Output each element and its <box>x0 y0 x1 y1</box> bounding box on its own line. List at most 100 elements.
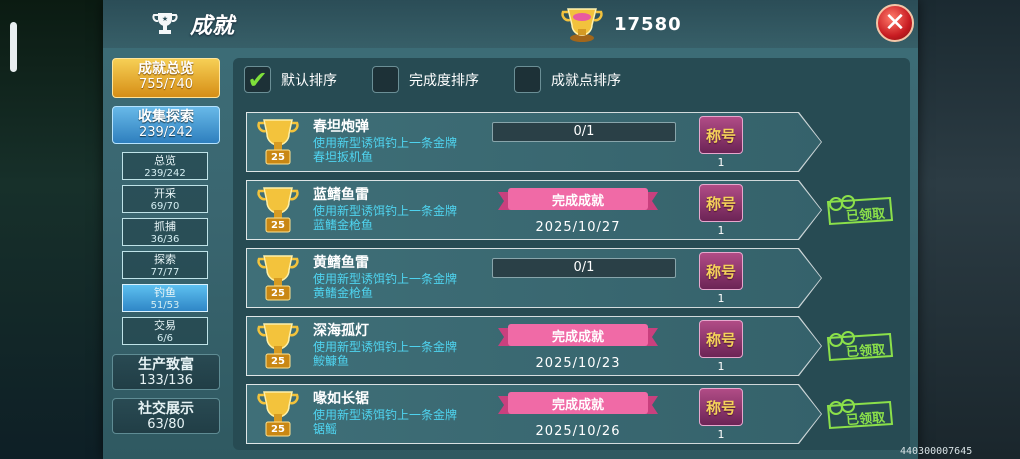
sub-nav-value: 77/77 <box>150 267 180 278</box>
claimed-stamp: 已领取 <box>822 190 894 230</box>
title-reward-label: 称号 <box>705 194 736 213</box>
page-title: 成就 <box>190 14 235 39</box>
sort-completion-label: 完成度排序 <box>409 72 479 89</box>
nav-label: 生产致富 <box>138 357 194 373</box>
sort-options: ✔ 默认排序 完成度排序 成就点排序 <box>244 65 656 94</box>
achievement-desc: 使用新型诱饵钓上一条金牌 蓝鳍金枪鱼 <box>313 204 457 232</box>
gold-trophy-icon: 25 <box>256 252 300 304</box>
complete-status: 完成成就 <box>551 194 604 209</box>
nav-label: 收集探索 <box>138 109 194 125</box>
side-handle[interactable] <box>10 22 17 72</box>
achievement-name: 深海孤灯 <box>313 323 369 339</box>
close-button[interactable]: ✕ <box>876 4 914 42</box>
reward-count: 1 <box>717 360 725 373</box>
sub-nav-trade[interactable]: 交易 6/6 <box>122 317 208 345</box>
player-id: 440300007645 <box>900 446 973 457</box>
title-reward-badge[interactable]: 称号 <box>699 116 743 154</box>
sub-nav-label: 开采 <box>154 187 176 200</box>
nav-production-button[interactable]: 生产致富 133/136 <box>112 354 220 390</box>
desc-line-2: 鮟鱇鱼 <box>313 354 350 368</box>
sub-nav-mining[interactable]: 开采 69/70 <box>122 185 208 213</box>
progress-bar: 0/1 <box>492 122 676 142</box>
points-value: 25 <box>271 220 285 231</box>
nav-label: 社交展示 <box>138 401 194 417</box>
nav-social-button[interactable]: 社交展示 63/80 <box>112 398 220 434</box>
check-icon: ✔ <box>247 65 268 94</box>
sub-nav-label: 交易 <box>154 319 176 332</box>
sub-nav-label: 探索 <box>154 253 176 266</box>
gold-cup-icon <box>561 8 603 42</box>
points-value: 25 <box>271 356 285 367</box>
gold-trophy-icon: 25 <box>256 116 300 168</box>
sub-nav-value: 6/6 <box>156 333 174 344</box>
achievement-row[interactable]: 25 蓝鳍鱼雷 使用新型诱饵钓上一条金牌 蓝鳍金枪鱼 完成成就 2025/10/2… <box>246 180 822 240</box>
progress-bar: 0/1 <box>492 258 676 278</box>
sub-nav-value: 51/53 <box>150 300 180 311</box>
sort-default-label: 默认排序 <box>281 72 337 89</box>
progress-text: 0/1 <box>573 260 595 275</box>
trophy-icon: ★ <box>152 13 178 34</box>
points-value: 25 <box>271 424 285 435</box>
nav-value: 239/242 <box>138 125 193 140</box>
sort-default-checkbox[interactable]: ✔ <box>244 65 271 94</box>
sub-nav-overview[interactable]: 总览 239/242 <box>122 152 208 180</box>
claimed-label: 已领取 <box>845 342 886 361</box>
reward-count: 1 <box>717 224 725 237</box>
title-reward-label: 称号 <box>705 330 736 349</box>
desc-line-1: 使用新型诱饵钓上一条金牌 <box>313 408 458 422</box>
sub-nav-capture[interactable]: 抓捕 36/36 <box>122 218 208 246</box>
achievement-row[interactable]: 25 春坦炮弹 使用新型诱饵钓上一条金牌 春坦扳机鱼 0/1 称号 1 <box>246 112 822 172</box>
complete-status: 完成成就 <box>551 330 604 345</box>
achievement-row[interactable]: 25 喙如长锯 使用新型诱饵钓上一条金牌 锯鳐 完成成就 2025/10/26 称… <box>246 384 822 444</box>
title-reward-badge[interactable]: 称号 <box>699 388 743 426</box>
desc-line-2: 蓝鳍金枪鱼 <box>313 218 374 232</box>
nav-label: 成就总览 <box>138 61 194 77</box>
sub-nav-value: 36/36 <box>150 234 180 245</box>
title-reward-badge[interactable]: 称号 <box>699 184 743 222</box>
svg-text:★: ★ <box>162 15 168 23</box>
claimed-stamp: 已领取 <box>822 394 894 434</box>
sort-points-label: 成就点排序 <box>551 72 621 89</box>
achievement-desc: 使用新型诱饵钓上一条金牌 黄鳍金枪鱼 <box>313 272 457 300</box>
desc-line-2: 锯鳐 <box>313 422 338 436</box>
nav-value: 63/80 <box>147 417 185 432</box>
title-reward-badge[interactable]: 称号 <box>699 252 743 290</box>
points-value: 25 <box>271 152 285 163</box>
desc-line-1: 使用新型诱饵钓上一条金牌 <box>313 136 458 150</box>
sub-nav-label: 抓捕 <box>154 220 176 233</box>
complete-date: 2025/10/26 <box>535 424 621 439</box>
claimed-stamp: 已领取 <box>822 326 894 366</box>
complete-status: 完成成就 <box>551 398 604 413</box>
achievement-desc: 使用新型诱饵钓上一条金牌 锯鳐 <box>313 408 457 436</box>
gold-trophy-icon: 25 <box>256 184 300 236</box>
complete-date: 2025/10/23 <box>535 356 621 371</box>
sub-nav-value: 69/70 <box>150 201 180 212</box>
points-value: 25 <box>271 288 285 299</box>
desc-line-2: 黄鳍金枪鱼 <box>313 286 374 300</box>
nav-overview-button[interactable]: 成就总览 755/740 <box>112 58 220 98</box>
sub-nav-label: 钓鱼 <box>154 286 176 299</box>
achievement-name: 黄鳍鱼雷 <box>313 255 369 271</box>
nav-collect-explore-button[interactable]: 收集探索 239/242 <box>112 106 220 144</box>
achievement-row[interactable]: 25 黄鳍鱼雷 使用新型诱饵钓上一条金牌 黄鳍金枪鱼 0/1 称号 1 <box>246 248 822 308</box>
sort-completion-checkbox[interactable] <box>372 66 399 93</box>
header-title-group: ★ 成就 <box>150 8 234 40</box>
achievement-name: 蓝鳍鱼雷 <box>313 187 369 203</box>
title-reward-label: 称号 <box>705 126 736 145</box>
close-icon: ✕ <box>884 8 906 38</box>
desc-line-1: 使用新型诱饵钓上一条金牌 <box>313 340 458 354</box>
gold-trophy-icon: 25 <box>256 320 300 372</box>
title-reward-badge[interactable]: 称号 <box>699 320 743 358</box>
score-value: 17580 <box>614 13 682 35</box>
title-reward-label: 称号 <box>705 398 736 417</box>
sort-points-checkbox[interactable] <box>514 66 541 93</box>
sub-nav-fishing[interactable]: 钓鱼 51/53 <box>122 284 208 312</box>
achievement-name: 春坦炮弹 <box>313 119 369 135</box>
desc-line-1: 使用新型诱饵钓上一条金牌 <box>313 204 458 218</box>
sub-nav-explore[interactable]: 探索 77/77 <box>122 251 208 279</box>
achievement-desc: 使用新型诱饵钓上一条金牌 春坦扳机鱼 <box>313 136 457 164</box>
sub-nav-label: 总览 <box>154 154 176 167</box>
achievement-row[interactable]: 25 深海孤灯 使用新型诱饵钓上一条金牌 鮟鱇鱼 完成成就 2025/10/23 … <box>246 316 822 376</box>
achievement-name: 喙如长锯 <box>313 391 369 407</box>
nav-value: 133/136 <box>138 373 193 388</box>
